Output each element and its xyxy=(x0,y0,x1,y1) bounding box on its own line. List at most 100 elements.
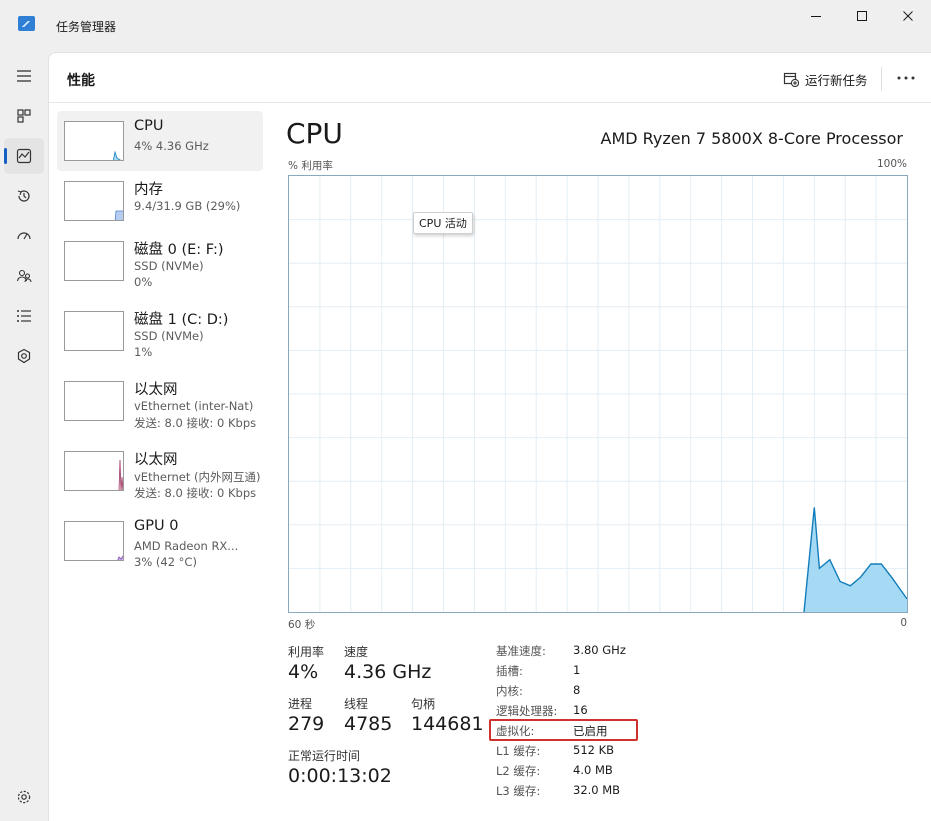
settings-gear-icon xyxy=(17,790,31,804)
resource-title: 内存 xyxy=(134,182,163,198)
ethernet-2-thumbnail-graph xyxy=(64,451,124,491)
page-title: 性能 xyxy=(67,73,95,89)
cpu-usage-area xyxy=(804,507,907,612)
spec-label-cores: 内核: xyxy=(496,684,523,698)
resource-subtitle: 4% 4.36 GHz xyxy=(134,139,209,153)
resource-title: 磁盘 0 (E: F:) xyxy=(134,242,224,258)
task-manager-app-icon xyxy=(18,16,35,31)
resource-item-ethernet-2[interactable]: 以太网 vEthernet (内外网互通) 发送: 8.0 接收: 0 Kbps xyxy=(57,441,263,501)
detail-title: CPU xyxy=(286,117,343,150)
resource-subtitle: vEthernet (inter-Nat) xyxy=(134,399,254,413)
resource-subtitle-2: 发送: 8.0 接收: 0 Kbps xyxy=(134,486,257,500)
speed-value: 4.36 GHz xyxy=(344,661,432,683)
list-icon xyxy=(17,310,31,322)
nav-users[interactable] xyxy=(4,258,44,294)
resource-subtitle: AMD Radeon RX... xyxy=(134,539,239,553)
disk-1-thumbnail-graph xyxy=(64,311,124,351)
resource-subtitle-2: 1% xyxy=(134,345,153,359)
resource-item-gpu-0[interactable]: GPU 0 AMD Radeon RX... 3% (42 °C) xyxy=(57,511,263,571)
resource-title: 磁盘 1 (C: D:) xyxy=(134,312,229,328)
spec-value-l2-cache: 4.0 MB xyxy=(573,763,613,777)
resource-title: 以太网 xyxy=(134,452,178,468)
history-icon xyxy=(17,190,30,202)
resource-subtitle: vEthernet (内外网互通) xyxy=(134,470,261,484)
run-new-task-button[interactable]: 运行新任务 xyxy=(783,68,868,90)
resource-title: GPU 0 xyxy=(134,518,179,534)
spec-value-l3-cache: 32.0 MB xyxy=(573,783,621,797)
performance-icon xyxy=(16,148,32,164)
title-bar: 任务管理器 xyxy=(0,0,931,52)
resource-item-memory[interactable]: 内存 9.4/31.9 GB (29%) xyxy=(57,171,263,231)
minimize-button[interactable] xyxy=(793,0,839,32)
nav-performance[interactable] xyxy=(4,138,44,174)
speed-label: 速度 xyxy=(344,645,369,659)
maximize-icon xyxy=(857,11,867,21)
resource-subtitle-2: 发送: 8.0 接收: 0 Kbps xyxy=(134,416,257,430)
uptime-label: 正常运行时间 xyxy=(288,749,361,763)
cpu-thumbnail-graph xyxy=(64,121,124,161)
resource-title: 以太网 xyxy=(134,382,178,398)
cpu-utilization-graph xyxy=(288,175,908,613)
x-axis-right-label: 0 xyxy=(900,617,907,629)
maximize-button[interactable] xyxy=(839,0,885,32)
close-icon xyxy=(903,11,913,21)
spec-value-sockets: 1 xyxy=(573,663,581,677)
nav-app-history[interactable] xyxy=(4,178,44,214)
disk-0-thumbnail-graph xyxy=(64,241,124,281)
minimize-icon xyxy=(811,16,821,17)
resource-item-disk-0[interactable]: 磁盘 0 (E: F:) SSD (NVMe) 0% xyxy=(57,231,263,291)
nav-settings[interactable] xyxy=(4,779,44,815)
spec-label-base-speed: 基准速度: xyxy=(496,644,546,658)
utilization-value: 4% xyxy=(288,661,319,683)
processes-icon xyxy=(17,109,31,123)
utilization-label: 利用率 xyxy=(288,645,325,659)
resource-item-ethernet-1[interactable]: 以太网 vEthernet (inter-Nat) 发送: 8.0 接收: 0 … xyxy=(57,371,263,431)
resource-subtitle-2: 3% (42 °C) xyxy=(134,555,197,569)
spec-value-logical-processors: 16 xyxy=(573,703,588,717)
spec-label-sockets: 插槽: xyxy=(496,664,523,678)
close-button[interactable] xyxy=(885,0,931,32)
resource-subtitle-2: 0% xyxy=(134,275,153,289)
memory-thumbnail-graph xyxy=(64,181,124,221)
resource-subtitle: SSD (NVMe) xyxy=(134,329,204,343)
speedometer-icon xyxy=(17,232,31,240)
navigation-rail xyxy=(0,52,48,821)
resource-item-disk-1[interactable]: 磁盘 1 (C: D:) SSD (NVMe) 1% xyxy=(57,301,263,361)
cpu-graph-svg xyxy=(289,176,907,612)
header-separator xyxy=(881,67,882,91)
ethernet-1-thumbnail-graph xyxy=(64,381,124,421)
virtualization-highlight-box xyxy=(489,719,638,741)
resource-subtitle: 9.4/31.9 GB (29%) xyxy=(134,199,241,213)
spec-label-l2-cache: L2 缓存: xyxy=(496,764,541,778)
processes-value: 279 xyxy=(288,713,325,735)
resource-title: CPU xyxy=(134,118,164,134)
menu-toggle-button[interactable] xyxy=(4,58,44,94)
handles-value: 144681 xyxy=(411,713,484,735)
nav-details[interactable] xyxy=(4,298,44,334)
gpu-0-thumbnail-graph xyxy=(64,521,124,561)
spec-value-l1-cache: 512 KB xyxy=(573,743,615,757)
spec-value-cores: 8 xyxy=(573,683,581,697)
users-icon xyxy=(16,269,32,283)
nav-startup-apps[interactable] xyxy=(4,218,44,254)
y-axis-label: % 利用率 xyxy=(288,160,333,172)
hamburger-icon xyxy=(17,70,31,82)
cpu-model-name: AMD Ryzen 7 5800X 8-Core Processor xyxy=(600,129,904,148)
processes-label: 进程 xyxy=(288,697,313,711)
spec-label-l1-cache: L1 缓存: xyxy=(496,744,541,758)
more-horizontal-icon xyxy=(897,76,915,80)
spec-value-base-speed: 3.80 GHz xyxy=(573,643,626,657)
graph-tooltip: CPU 活动 xyxy=(413,212,473,234)
more-options-button[interactable] xyxy=(895,67,917,89)
nav-services[interactable] xyxy=(4,338,44,374)
y-axis-max: 100% xyxy=(876,158,907,170)
run-new-task-icon xyxy=(783,72,799,87)
run-new-task-label: 运行新任务 xyxy=(805,72,868,88)
resource-item-cpu[interactable]: CPU 4% 4.36 GHz xyxy=(57,111,263,171)
spec-label-l3-cache: L3 缓存: xyxy=(496,784,541,798)
threads-value: 4785 xyxy=(344,713,393,735)
nav-processes[interactable] xyxy=(4,98,44,134)
window-title: 任务管理器 xyxy=(56,20,117,34)
content-panel: 性能 运行新任务 CPU 4% 4.36 GHz 内存 9.4/31.9 GB … xyxy=(48,52,931,821)
x-axis-left-label: 60 秒 xyxy=(288,619,316,631)
